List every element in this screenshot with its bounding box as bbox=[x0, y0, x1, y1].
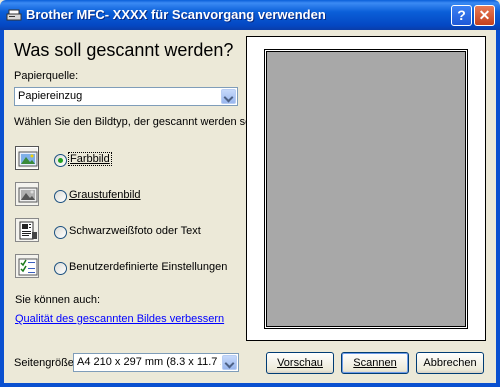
custom-settings-radio[interactable] bbox=[54, 262, 67, 275]
custom-settings-icon[interactable] bbox=[15, 254, 39, 278]
bw-text-radio[interactable] bbox=[54, 226, 67, 239]
page-size-value: A4 210 x 297 mm (8.3 x 11.7 Zoll) bbox=[77, 356, 221, 368]
window-border-bottom bbox=[0, 383, 500, 387]
bw-text-option[interactable]: Schwarzweißfoto oder Text bbox=[69, 225, 201, 237]
bw-text-icon[interactable] bbox=[15, 218, 39, 242]
window-border-left bbox=[0, 30, 4, 387]
page-size-label: Seitengröße: bbox=[14, 357, 77, 369]
chevron-down-icon[interactable] bbox=[221, 89, 236, 104]
help-button[interactable]: ? bbox=[451, 5, 472, 26]
color-photo-option[interactable]: Farbbild bbox=[68, 152, 112, 166]
preview-button[interactable]: Vorschau bbox=[266, 352, 334, 374]
custom-settings-option[interactable]: Benutzerdefinierte Einstellungen bbox=[69, 261, 227, 273]
grayscale-photo-icon[interactable] bbox=[15, 182, 39, 206]
window-title: Brother MFC- XXXX für Scanvorgang verwen… bbox=[26, 7, 326, 22]
scan-button[interactable]: Scannen bbox=[341, 352, 409, 374]
page-title: Was soll gescannt werden? bbox=[14, 40, 234, 60]
grayscale-photo-option[interactable]: Graustufenbild bbox=[69, 189, 141, 201]
color-photo-radio[interactable] bbox=[54, 154, 67, 167]
page-size-select[interactable]: A4 210 x 297 mm (8.3 x 11.7 Zoll) bbox=[73, 353, 239, 372]
color-photo-label: Farbbild bbox=[68, 152, 112, 166]
custom-settings-label: Benutzerdefinierte Einstellungen bbox=[69, 261, 228, 273]
grayscale-photo-radio[interactable] bbox=[54, 190, 67, 203]
close-button[interactable]: ✕ bbox=[474, 5, 495, 26]
color-photo-icon[interactable] bbox=[15, 146, 39, 170]
bw-text-label: Schwarzweißfoto oder Text bbox=[69, 225, 201, 237]
cancel-button-label: Abbrechen bbox=[423, 357, 477, 369]
preview-page bbox=[266, 51, 466, 327]
improve-quality-link[interactable]: Qualität des gescannten Bildes verbesser… bbox=[15, 313, 224, 325]
image-type-prompt: Wählen Sie den Bildtyp, der gescannt wer… bbox=[14, 116, 260, 128]
scanner-icon bbox=[6, 9, 22, 21]
cancel-button[interactable]: Abbrechen bbox=[416, 352, 484, 374]
paper-source-label: Papierquelle: bbox=[14, 70, 79, 82]
also-text: Sie können auch: bbox=[15, 294, 101, 306]
scan-button-label: Scannen bbox=[353, 357, 397, 369]
window-border-right bbox=[496, 30, 500, 387]
preview-button-label: Vorschau bbox=[277, 357, 323, 369]
paper-source-value: Papiereinzug bbox=[18, 90, 83, 102]
title-bar: Brother MFC- XXXX für Scanvorgang verwen… bbox=[0, 0, 500, 30]
preview-area bbox=[246, 36, 486, 341]
chevron-down-icon[interactable] bbox=[222, 355, 237, 370]
paper-source-select[interactable]: Papiereinzug bbox=[14, 87, 238, 106]
grayscale-photo-label: Graustufenbild bbox=[69, 189, 141, 201]
